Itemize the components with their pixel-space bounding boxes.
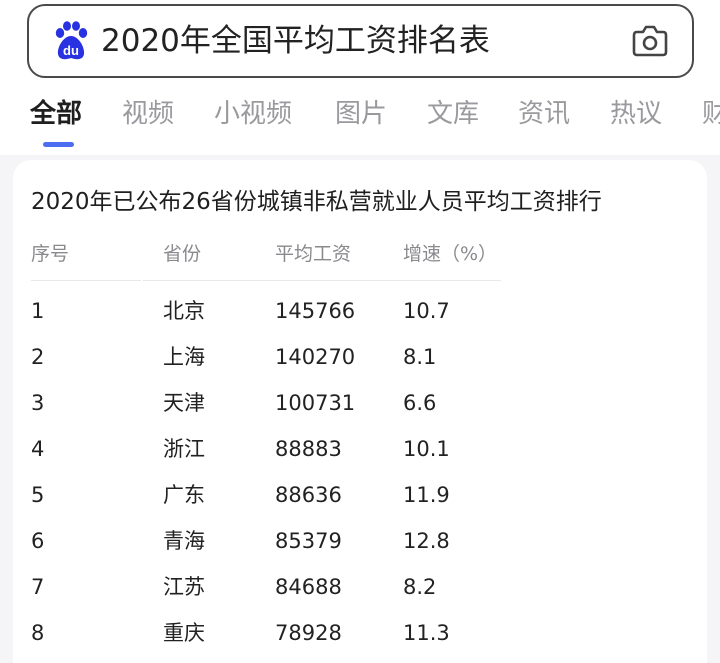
cell-salary: 78928 [275,621,342,645]
cell-rank: 4 [31,437,45,461]
table-title[interactable]: 2020年已公布26省份城镇非私营就业人员平均工资排行 [31,185,602,219]
cell-rank: 2 [31,345,45,369]
cell-rank: 5 [31,483,45,507]
cell-rank: 6 [31,529,45,553]
camera-icon[interactable] [631,23,669,59]
table-row: 7 江苏 84688 8.2 [13,570,707,616]
table-row: 1 北京 145766 10.7 [13,294,707,340]
cell-growth: 10.1 [403,437,450,461]
result-card: 2020年已公布26省份城镇非私营就业人员平均工资排行 序号 省份 平均工资 增… [13,160,707,663]
cell-growth: 10.7 [403,299,450,323]
search-box[interactable]: du 2020年全国平均工资排名表 [27,4,694,78]
cell-growth: 8.1 [403,345,437,369]
header-divider [143,280,501,281]
cell-salary: 88883 [275,437,342,461]
baidu-paw-icon[interactable]: du [51,20,91,62]
tab-video[interactable]: 视频 [122,94,174,134]
cell-province: 北京 [163,299,205,323]
table-row: 6 青海 85379 12.8 [13,524,707,570]
cell-province: 广东 [163,483,205,507]
cell-province: 上海 [163,345,205,369]
cell-province: 重庆 [163,621,205,645]
tab-bar: 全部 视频 小视频 图片 文库 资讯 热议 财 [0,94,720,138]
cell-salary: 88636 [275,483,342,507]
tab-images[interactable]: 图片 [335,94,387,134]
cell-province: 青海 [163,529,205,553]
cell-salary: 145766 [275,299,356,323]
cell-growth: 11.3 [403,621,450,645]
cell-salary: 100731 [275,391,356,415]
header-divider [31,280,141,281]
cell-growth: 11.9 [403,483,450,507]
header-growth: 增速（%） [403,243,498,265]
tab-short-video[interactable]: 小视频 [214,94,292,134]
cell-province: 天津 [163,391,205,415]
tab-finance[interactable]: 财 [702,94,720,134]
table-row: 4 浙江 88883 10.1 [13,432,707,478]
cell-rank: 8 [31,621,45,645]
cell-growth: 6.6 [403,391,437,415]
table-row: 5 广东 88636 11.9 [13,478,707,524]
table-row: 2 上海 140270 8.1 [13,340,707,386]
header-rank: 序号 [31,243,70,265]
header-salary: 平均工资 [275,243,352,265]
cell-rank: 7 [31,575,45,599]
cell-salary: 84688 [275,575,342,599]
cell-rank: 1 [31,299,45,323]
cell-rank: 3 [31,391,45,415]
search-input[interactable]: 2020年全国平均工资排名表 [101,20,490,62]
cell-growth: 12.8 [403,529,450,553]
header-province: 省份 [163,243,202,265]
logo-text: du [63,43,79,58]
tab-wenku[interactable]: 文库 [427,94,479,134]
tab-news[interactable]: 资讯 [518,94,570,134]
active-tab-indicator [43,142,74,147]
top-bar: du 2020年全国平均工资排名表 全部 视频 小视频 图片 文库 资讯 热议 … [0,0,720,155]
cell-salary: 85379 [275,529,342,553]
table-row: 8 重庆 78928 11.3 [13,616,707,662]
table-row: 3 天津 100731 6.6 [13,386,707,432]
tab-all[interactable]: 全部 [30,94,82,134]
cell-province: 江苏 [163,575,205,599]
cell-province: 浙江 [163,437,205,461]
cell-growth: 8.2 [403,575,437,599]
tab-discussion[interactable]: 热议 [610,94,662,134]
cell-salary: 140270 [275,345,356,369]
